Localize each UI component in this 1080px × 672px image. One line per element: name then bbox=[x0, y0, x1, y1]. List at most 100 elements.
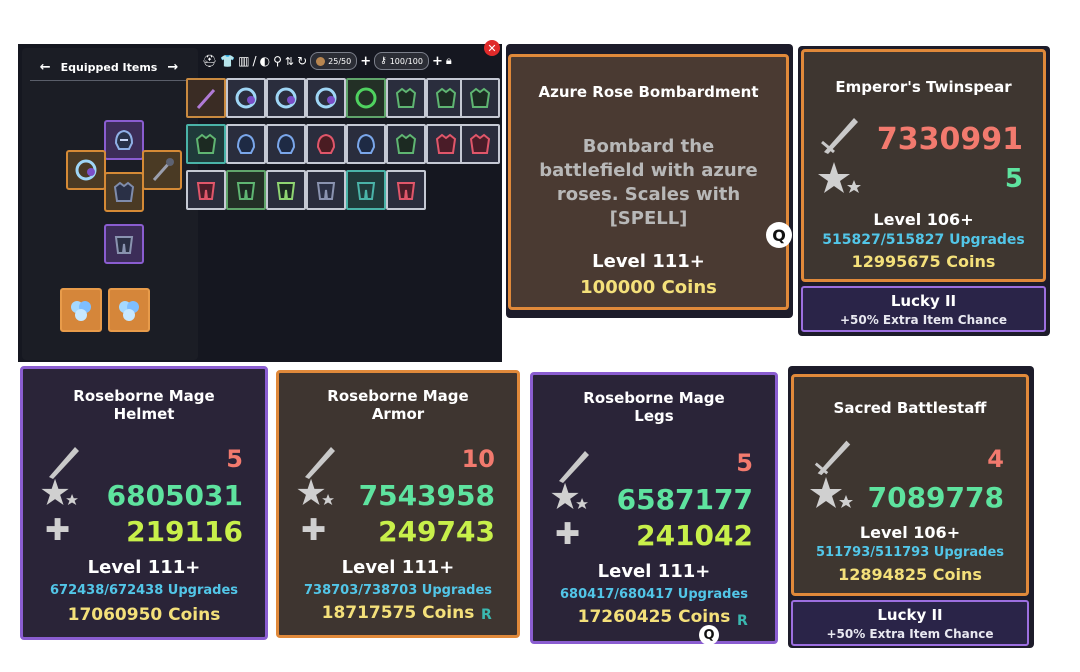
plus-icon: ✚ bbox=[45, 513, 71, 548]
battlestaff-enchant: Lucky II +50% Extra Item Chance bbox=[791, 600, 1029, 646]
inventory-item-legs[interactable] bbox=[226, 170, 266, 210]
inventory-item-helmet[interactable] bbox=[226, 124, 266, 164]
legs-hotkey-r: R bbox=[737, 613, 748, 629]
crit-stars-icon bbox=[818, 162, 861, 193]
inventory-item-helmet[interactable] bbox=[346, 124, 386, 164]
armor-upgrades: 738703/738703 Upgrades bbox=[303, 583, 493, 598]
crit-stars-icon bbox=[297, 478, 334, 506]
helmet-upgrades: 672438/672438 Upgrades bbox=[49, 583, 239, 598]
inventory-item-armor[interactable] bbox=[386, 124, 426, 164]
armor-hotkey: R bbox=[481, 607, 492, 623]
legs-slot[interactable] bbox=[104, 224, 144, 264]
equipped-header: ← Equipped Items → bbox=[30, 54, 188, 80]
armor-stat-top: 10 bbox=[461, 445, 495, 473]
arrow-right-icon[interactable]: → bbox=[167, 60, 178, 75]
category-filter-bar: ⛑ 👕 ▥ / ◐ ⚲ ⇅ ↻ 25/50 + ⚷ 100/100 + 🔒︎ bbox=[202, 50, 498, 72]
armor-stat-mid: 7543958 bbox=[358, 479, 495, 512]
staff-icon bbox=[152, 158, 174, 181]
ring-icon bbox=[315, 87, 337, 109]
crit-stars-icon bbox=[810, 477, 853, 508]
inventory-item-ring[interactable] bbox=[306, 78, 346, 118]
enchant-name: Lucky II bbox=[890, 292, 957, 310]
inventory-item-helmet-red[interactable] bbox=[306, 124, 346, 164]
weapon-slot[interactable] bbox=[142, 150, 182, 190]
key-icon: ⚷ bbox=[380, 56, 387, 66]
plus-icon: ✚ bbox=[555, 517, 581, 552]
sword-icon bbox=[821, 118, 858, 154]
inventory-item-ring[interactable] bbox=[226, 78, 266, 118]
legs-icon bbox=[236, 182, 256, 200]
inventory-item-armor[interactable] bbox=[460, 78, 500, 118]
accessory-slot[interactable] bbox=[66, 150, 106, 190]
ring-icon bbox=[75, 159, 97, 181]
twinspear-upgrades: 515827/515827 Upgrades bbox=[822, 232, 1025, 248]
battlestaff-title: Sacred Battlestaff bbox=[833, 399, 987, 417]
battlestaff-upgrades: 511793/511793 Upgrades bbox=[815, 545, 1005, 560]
sword-icon bbox=[559, 451, 589, 483]
helmet-icon bbox=[236, 133, 256, 154]
legs-stat-mid: 6587177 bbox=[616, 483, 753, 516]
sword-icon bbox=[305, 447, 335, 479]
legs-tooltip: Roseborne Mage Legs 5 6587177 ✚ 241042 L… bbox=[530, 372, 778, 645]
capacity-pill: ⚷ 100/100 bbox=[374, 52, 429, 70]
armor-icon bbox=[435, 87, 457, 108]
close-icon[interactable]: ✕ bbox=[484, 40, 500, 56]
legs-stat-top: 5 bbox=[736, 449, 753, 477]
inventory-item-armor[interactable] bbox=[386, 78, 426, 118]
twinspear-frame: Emperor's Twinspear 7330991 5 Level 106+… bbox=[798, 46, 1050, 336]
sort-filter-icon[interactable]: ⇅ bbox=[285, 55, 294, 68]
add-capacity-icon[interactable]: + bbox=[432, 54, 443, 69]
armor-slot[interactable] bbox=[104, 172, 144, 212]
speech-filter-icon[interactable]: ◐ bbox=[260, 54, 270, 68]
armor-icon bbox=[195, 133, 217, 154]
inventory-item-legs-red[interactable] bbox=[186, 170, 226, 210]
helmet-slot[interactable] bbox=[104, 120, 144, 160]
inventory-item-helmet[interactable] bbox=[266, 124, 306, 164]
crystal-icon bbox=[71, 301, 91, 321]
equipped-sidebar: ← Equipped Items → bbox=[22, 48, 198, 360]
legs-title: Roseborne Mage Legs bbox=[583, 389, 725, 425]
armor-icon bbox=[435, 133, 457, 154]
refresh-icon[interactable]: ↻ bbox=[297, 54, 307, 68]
inventory-item-ring[interactable] bbox=[266, 78, 306, 118]
helmet-coins: 17060950 Coins bbox=[67, 605, 221, 625]
legs-icon bbox=[196, 182, 216, 200]
helmet-icon bbox=[356, 133, 376, 154]
inventory-item-armor-red[interactable] bbox=[460, 124, 500, 164]
search-filter-icon[interactable]: ⚲ bbox=[273, 54, 282, 68]
helmet-level: Level 111+ bbox=[87, 557, 201, 578]
legs-hotkey-q: Q bbox=[699, 625, 719, 645]
inventory-item-legs[interactable] bbox=[266, 170, 306, 210]
shirt-filter-icon[interactable]: 👕 bbox=[220, 54, 235, 68]
inventory-panel: ← Equipped Items → ⛑ 👕 ▥ / ◐ ⚲ ⇅ ↻ 25/50… bbox=[18, 44, 502, 362]
lock-icon[interactable]: 🔒︎ bbox=[446, 54, 452, 68]
storage-count: 25/50 bbox=[328, 56, 352, 66]
sword-icon bbox=[814, 440, 851, 476]
arrow-left-icon[interactable]: ← bbox=[40, 60, 51, 75]
consumable-slot-1[interactable] bbox=[60, 288, 102, 332]
armor-tooltip: Roseborne Mage Armor 10 7543958 ✚ 249743… bbox=[276, 370, 520, 638]
helmet-stat-top: 5 bbox=[226, 445, 243, 473]
plus-icon: ✚ bbox=[301, 513, 327, 548]
helmet-icon bbox=[316, 133, 336, 154]
inventory-item-legs-red[interactable] bbox=[386, 170, 426, 210]
pants-filter-icon[interactable]: ▥ bbox=[238, 54, 249, 68]
ring-icon bbox=[355, 87, 377, 109]
helmet-title: Roseborne Mage Helmet bbox=[73, 387, 215, 423]
armor-icon bbox=[395, 87, 417, 108]
consumable-slot-2[interactable] bbox=[108, 288, 150, 332]
inventory-item-ring-green[interactable] bbox=[346, 78, 386, 118]
twinspear-coins: 12995675 Coins bbox=[851, 252, 996, 271]
sword-filter-icon[interactable]: / bbox=[253, 54, 257, 68]
skill-coins: 100000 Coins bbox=[580, 277, 717, 298]
inventory-item-legs[interactable] bbox=[306, 170, 346, 210]
inventory-item-legs[interactable] bbox=[346, 170, 386, 210]
inventory-item-staff[interactable] bbox=[186, 78, 226, 118]
helmet-stat-bot: 219116 bbox=[126, 515, 243, 548]
add-storage-icon[interactable]: + bbox=[360, 54, 371, 69]
helmet-filter-icon[interactable]: ⛑ bbox=[202, 54, 217, 68]
armor-icon bbox=[395, 133, 417, 154]
twinspear-tooltip: Emperor's Twinspear 7330991 5 Level 106+… bbox=[801, 49, 1046, 282]
inventory-item-armor[interactable] bbox=[186, 124, 226, 164]
ring-icon bbox=[275, 87, 297, 109]
